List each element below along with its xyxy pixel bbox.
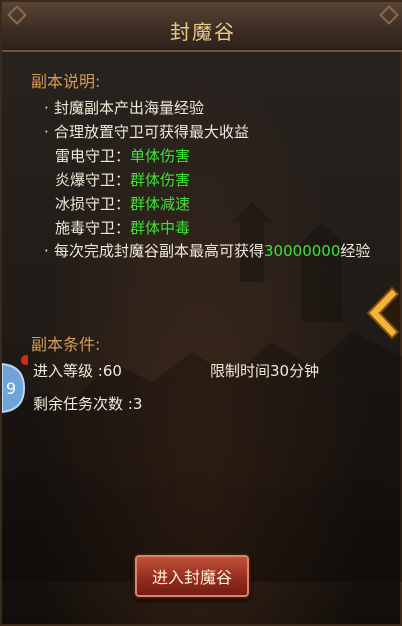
guard-effect: 群体伤害 — [130, 171, 191, 189]
remaining-label: 剩余任务次数 — [33, 395, 124, 413]
bullet-icon: · — [44, 242, 49, 260]
conditions-heading: 副本条件: — [31, 335, 101, 354]
reward-prefix: 每次完成封魔谷副本最高可获得 — [54, 242, 265, 260]
level-label: 进入等级 — [33, 362, 94, 380]
level-requirement: 进入等级 :60 — [33, 360, 122, 381]
description-line: · 封魔副本产出海量经验 — [44, 97, 204, 118]
guard-row: 施毒守卫：群体中毒 — [55, 217, 190, 238]
guard-effect: 单体伤害 — [130, 147, 191, 165]
guard-name: 施毒守卫： — [55, 219, 131, 237]
reward-line: · 每次完成封魔谷副本最高可获得30000000经验 — [44, 240, 370, 261]
side-arrow-icon[interactable] — [360, 282, 400, 344]
reward-value: 30000000 — [264, 242, 341, 260]
level-value: :60 — [97, 362, 122, 380]
bullet-icon: · — [44, 99, 49, 117]
reward-suffix: 经验 — [340, 242, 371, 260]
bullet-icon: · — [44, 123, 49, 141]
guard-row: 冰损守卫：群体减速 — [55, 193, 190, 214]
badge-icon[interactable]: 9 — [2, 354, 28, 414]
guard-row: 炎爆守卫：群体伤害 — [55, 169, 190, 190]
description-text: 合理放置守卫可获得最大收益 — [54, 123, 250, 141]
guard-effect: 群体中毒 — [130, 219, 191, 237]
description-line: · 合理放置守卫可获得最大收益 — [44, 121, 249, 142]
title-bar: 封魔谷 — [2, 2, 402, 52]
guard-name: 雷电守卫： — [55, 147, 131, 165]
remaining-attempts: 剩余任务次数 :3 — [33, 393, 142, 414]
description-text: 封魔副本产出海量经验 — [54, 99, 205, 117]
guard-name: 炎爆守卫： — [55, 171, 131, 189]
dungeon-panel: 封魔谷 副本说明: · 封魔副本产出海量经验 · 合理放置守卫可获得最大收益 雷电守… — [0, 0, 402, 626]
remaining-value: :3 — [127, 395, 143, 413]
svg-text:9: 9 — [6, 379, 16, 398]
page-title: 封魔谷 — [170, 20, 236, 44]
guard-name: 冰损守卫： — [55, 195, 131, 213]
time-limit: 限制时间30分钟 — [210, 362, 320, 380]
enter-dungeon-button[interactable]: 进入封魔谷 — [133, 553, 251, 599]
guard-row: 雷电守卫：单体伤害 — [55, 145, 190, 166]
guard-effect: 群体减速 — [130, 195, 191, 213]
description-heading: 副本说明: — [31, 72, 101, 91]
